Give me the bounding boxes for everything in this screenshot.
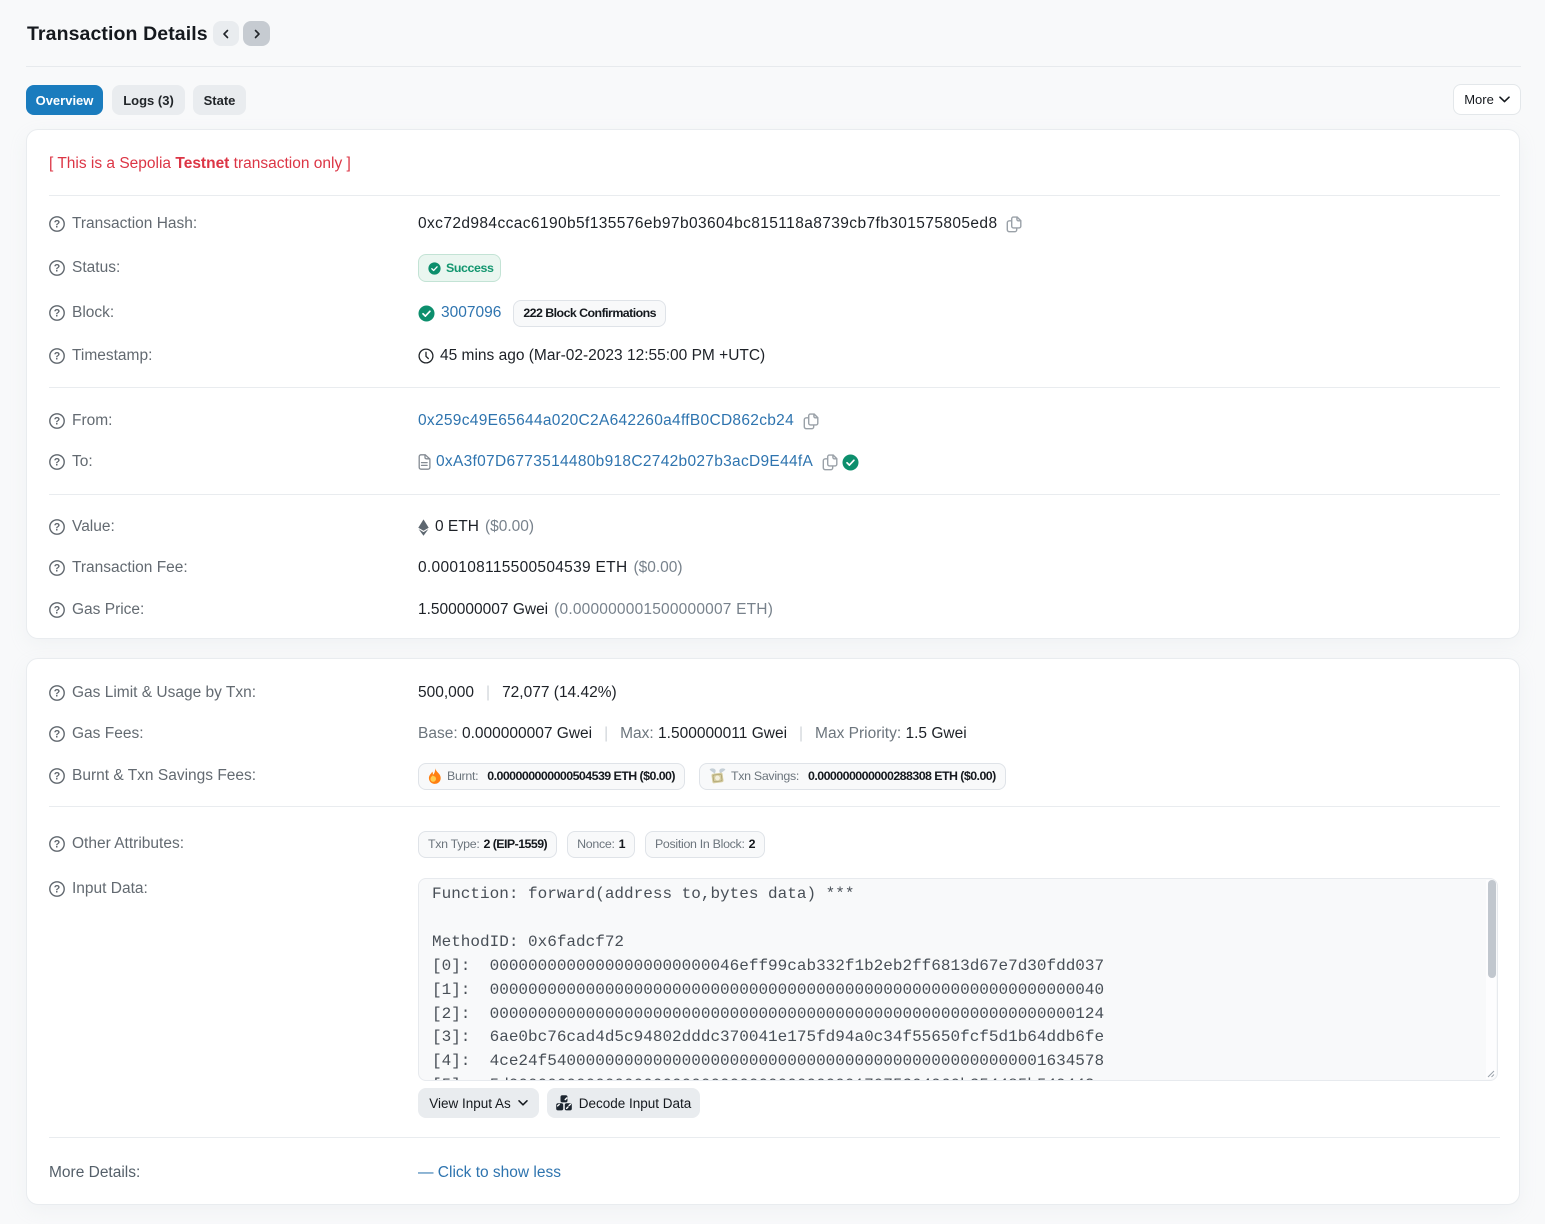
svg-text:?: ? [54,771,60,783]
svg-text:?: ? [54,563,60,575]
svg-text:?: ? [54,457,60,469]
svg-text:?: ? [54,839,60,851]
svg-text:?: ? [54,351,60,363]
svg-text:?: ? [54,688,60,700]
svg-text:?: ? [54,605,60,617]
svg-text:?: ? [54,219,60,231]
svg-text:?: ? [54,263,60,275]
svg-text:?: ? [54,729,60,741]
svg-text:?: ? [54,522,60,534]
svg-text:?: ? [54,308,60,320]
svg-text:?: ? [54,416,60,428]
svg-text:?: ? [54,884,60,896]
